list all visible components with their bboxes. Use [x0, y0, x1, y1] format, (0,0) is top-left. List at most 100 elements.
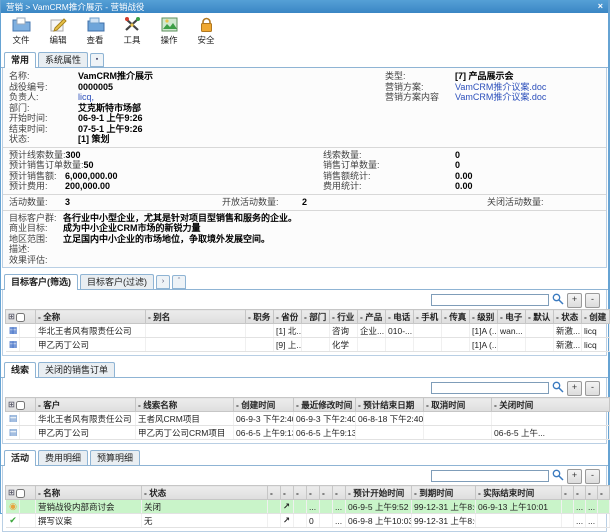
remove-button[interactable]: - [585, 469, 600, 484]
menu-actions[interactable]: 操作 [156, 16, 182, 46]
column-header[interactable]: - [562, 486, 574, 500]
field-label: 类型: [385, 71, 455, 82]
tab-budget-detail[interactable]: 预算明细 [90, 450, 140, 465]
column-header[interactable]: - 预计开始时间 [346, 486, 412, 500]
actions-icon [160, 16, 179, 33]
column-header[interactable]: - 到期时间 [412, 486, 476, 500]
select-all-checkbox[interactable] [16, 401, 25, 410]
table-row[interactable]: 甲乙丙丁公司[9] 上...化学[1]A (...新激...licq [6, 338, 610, 352]
column-header[interactable]: - 电话 [386, 310, 414, 324]
add-button[interactable]: + [567, 293, 582, 308]
column-header[interactable]: - [574, 486, 586, 500]
column-header[interactable]: - 实际结束时间 [476, 486, 562, 500]
tab-leads[interactable]: 线索 [4, 362, 36, 378]
select-all-checkbox[interactable] [16, 489, 25, 498]
add-button[interactable]: + [567, 469, 582, 484]
column-header[interactable]: - 手机 [414, 310, 442, 324]
column-header[interactable]: - 关闭时间 [492, 398, 610, 412]
column-header[interactable]: - [294, 486, 307, 500]
column-header[interactable]: - 别名 [146, 310, 246, 324]
column-header[interactable]: - 行业 [330, 310, 358, 324]
tab-closed-sales-orders[interactable]: 关闭的销售订单 [38, 362, 115, 377]
tab-scroll-right-icon[interactable]: › [156, 275, 170, 289]
field-value-link[interactable]: VamCRM推介议案.doc [455, 92, 546, 103]
column-header[interactable]: - [320, 486, 333, 500]
add-button[interactable]: + [567, 381, 582, 396]
cell [492, 412, 610, 426]
remove-button[interactable]: - [585, 293, 600, 308]
search-icon[interactable] [552, 293, 564, 307]
column-header[interactable]: - 部门 [302, 310, 330, 324]
column-header[interactable]: - 级别 [470, 310, 498, 324]
column-header[interactable]: - 省份 [274, 310, 302, 324]
field-value-link[interactable]: VamCRM推介议案.doc [455, 82, 546, 93]
column-header[interactable]: - 状态 [554, 310, 582, 324]
stats-block: 预计线索数量:300预计销售订单数量:50预计销售额:6,000,000.00预… [3, 150, 606, 192]
field-label: 负责人: [3, 92, 78, 103]
column-header[interactable]: - [307, 486, 320, 500]
menu-security[interactable]: 安全 [193, 16, 219, 46]
search-icon[interactable] [552, 469, 564, 483]
tab-expense-detail[interactable]: 费用明细 [38, 450, 88, 465]
column-header[interactable]: - 客户 [36, 398, 136, 412]
tab-target-customers-pass[interactable]: 目标客户(过滤) [80, 274, 154, 289]
cell-link[interactable]: 华北王者风有限责任公司 [36, 412, 136, 426]
table-row[interactable]: 华北王者风有限责任公司王者风CRM项目06-9-3 下午2:4006-9-3 下… [6, 412, 610, 426]
cell-link[interactable]: wan... [498, 324, 526, 338]
activities-table: - 名称- 状态------- 预计开始时间- 到期时间- 实际结束时间----… [5, 485, 610, 528]
close-icon[interactable]: × [598, 2, 603, 11]
menu-edit[interactable]: 编辑 [45, 16, 71, 46]
field-value-link[interactable]: licq, [78, 92, 94, 103]
cell [442, 324, 470, 338]
tab-system-properties[interactable]: 系统属性 [38, 52, 88, 67]
leads-table: - 客户- 线索名称- 创建时间- 最近修改时间- 预计结束日期- 取消时间- … [5, 397, 610, 440]
select-column-icon [8, 311, 16, 321]
table-row[interactable]: 撰写议案无↗0...06-9-8 上午10:0399-12-31 上午8:00.… [6, 514, 610, 528]
tab-collapse-icon[interactable]: ˆ [172, 275, 186, 289]
column-header[interactable]: - 全称 [36, 310, 146, 324]
menu-view[interactable]: 查看 [82, 16, 108, 46]
column-header[interactable]: - 电子 [498, 310, 526, 324]
column-header[interactable]: - [268, 486, 281, 500]
column-header[interactable]: - [598, 486, 610, 500]
column-header[interactable]: - 状态 [142, 486, 268, 500]
menu-file[interactable]: 文件 [8, 16, 34, 46]
column-header[interactable]: - 产品 [358, 310, 386, 324]
table-row[interactable]: 营销战役内部商讨会关闭↗......06-9-5 上午9:5299-12-31 … [6, 500, 610, 514]
column-header[interactable]: - 传真 [442, 310, 470, 324]
tab-more-button[interactable]: ▪ [90, 53, 104, 67]
tab-target-customers-filter[interactable]: 目标客户(筛选) [4, 274, 78, 290]
field-value: 0000005 [78, 82, 113, 93]
column-header[interactable]: - 预计结束日期 [356, 398, 424, 412]
search-input[interactable] [431, 294, 549, 306]
menu-tools[interactable]: 工具 [119, 16, 145, 46]
tab-activities[interactable]: 活动 [4, 450, 36, 466]
search-icon[interactable] [552, 381, 564, 395]
field-value: 50 [84, 160, 94, 171]
column-header[interactable]: - 名称 [36, 486, 142, 500]
column-header[interactable]: - 取消时间 [424, 398, 492, 412]
select-all-checkbox[interactable] [16, 313, 25, 322]
cell: ... [333, 514, 346, 528]
column-header[interactable]: - [333, 486, 346, 500]
cell-link[interactable]: 甲乙丙丁公司 [36, 426, 136, 440]
remove-button[interactable]: - [585, 381, 600, 396]
table-row[interactable]: 华北王者风有限责任公司[1] 北...咨询企业...010-...[1]A (.… [6, 324, 610, 338]
column-header[interactable]: - 创建 [582, 310, 610, 324]
column-header[interactable]: - 线索名称 [136, 398, 234, 412]
column-header[interactable]: - 最近修改时间 [294, 398, 356, 412]
field-label: 名称: [3, 71, 78, 82]
search-input[interactable] [431, 470, 549, 482]
select-column-icon [8, 487, 16, 497]
table-row[interactable]: 甲乙丙丁公司甲乙丙丁公司CRM项目06-6-5 上午9:1306-6-5 上午9… [6, 426, 610, 440]
tab-common[interactable]: 常用 [4, 52, 36, 68]
search-input[interactable] [431, 382, 549, 394]
cell: ... [586, 514, 598, 528]
column-header[interactable]: - 创建时间 [234, 398, 294, 412]
column-header[interactable]: - 职务 [246, 310, 274, 324]
column-header[interactable]: - [586, 486, 598, 500]
menu-tools-label: 工具 [123, 34, 140, 46]
cell: 甲乙丙丁公司 [36, 338, 146, 352]
column-header[interactable]: - [281, 486, 294, 500]
column-header[interactable]: - 默认 [526, 310, 554, 324]
